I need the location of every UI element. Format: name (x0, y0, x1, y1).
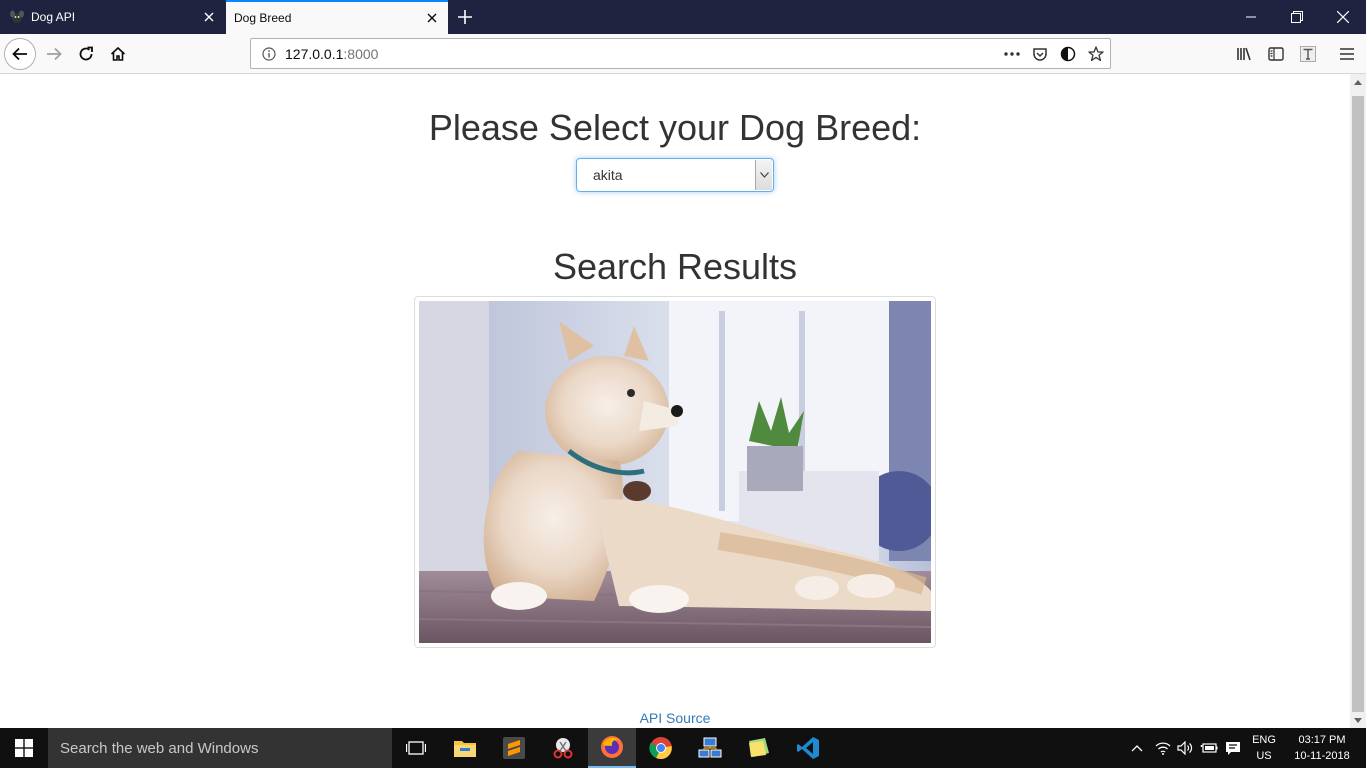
reload-icon[interactable] (70, 38, 102, 70)
sticky-notes-icon[interactable] (735, 728, 783, 768)
close-icon[interactable] (199, 7, 219, 27)
tab-strip: Dog API Dog Breed (0, 0, 1366, 34)
restore-icon[interactable] (1274, 0, 1320, 34)
taskbar-search-placeholder: Search the web and Windows (60, 739, 259, 757)
page-viewport: Please Select your Dog Breed: akita Sear… (0, 74, 1350, 728)
close-icon[interactable] (1320, 0, 1366, 34)
language-indicator[interactable]: ENG US (1248, 728, 1280, 768)
dog-photo (419, 301, 931, 643)
volume-icon[interactable] (1174, 728, 1196, 768)
url-text[interactable]: 127.0.0.1:8000 (285, 46, 998, 62)
chevron-down-icon[interactable] (755, 160, 772, 190)
scrollbar-thumb[interactable] (1352, 96, 1364, 712)
taskbar-clock[interactable]: 03:17 PM 10-11-2018 (1286, 728, 1358, 768)
chrome-icon[interactable] (637, 728, 685, 768)
library-icon[interactable] (1228, 38, 1260, 70)
lang-code: ENG (1252, 734, 1276, 746)
back-arrow-icon[interactable] (4, 38, 36, 70)
api-source-link[interactable]: API Source (0, 710, 1350, 726)
tab-dog-breed[interactable]: Dog Breed (226, 0, 448, 34)
sidebar-icon[interactable] (1260, 38, 1292, 70)
star-icon[interactable] (1082, 40, 1110, 68)
snipping-tool-icon[interactable] (539, 728, 587, 768)
results-heading: Search Results (552, 246, 798, 287)
chevron-up-icon[interactable] (1126, 728, 1148, 768)
url-host: 127.0.0.1 (285, 45, 344, 62)
navigation-toolbar: 127.0.0.1:8000 (0, 34, 1366, 74)
vscode-icon[interactable] (784, 728, 832, 768)
close-icon[interactable] (422, 8, 442, 28)
hamburger-menu-icon[interactable] (1331, 38, 1363, 70)
result-thumbnail (414, 296, 936, 648)
minimize-icon[interactable] (1228, 0, 1274, 34)
clock-time: 03:17 PM (1298, 734, 1346, 746)
address-bar[interactable]: 127.0.0.1:8000 (250, 38, 1111, 69)
plus-icon[interactable] (452, 4, 478, 30)
home-icon[interactable] (102, 38, 134, 70)
taskbar-search[interactable]: Search the web and Windows (48, 728, 392, 768)
clock-date: 10-11-2018 (1294, 750, 1350, 762)
url-port: :8000 (343, 45, 379, 62)
text-icon[interactable] (1292, 38, 1324, 70)
firefox-icon[interactable] (588, 728, 636, 768)
more-icon[interactable] (998, 40, 1026, 68)
chevron-down-icon[interactable] (1350, 712, 1366, 728)
file-explorer-icon[interactable] (441, 728, 489, 768)
chevron-up-icon[interactable] (1350, 74, 1366, 90)
info-icon[interactable] (259, 46, 279, 61)
notification-icon[interactable] (1222, 728, 1244, 768)
lang-region: US (1256, 750, 1272, 762)
task-view-icon[interactable] (392, 728, 440, 768)
wifi-icon[interactable] (1152, 728, 1174, 768)
tab-dog-api[interactable]: Dog API (0, 0, 225, 34)
breed-select[interactable]: akita (576, 158, 774, 192)
tracking-icon[interactable] (1054, 40, 1082, 68)
windows-logo-icon[interactable] (0, 728, 48, 768)
breed-select-value: akita (593, 167, 623, 183)
tab-title: Dog Breed (234, 11, 292, 25)
network-icon[interactable] (686, 728, 734, 768)
sublime-text-icon[interactable] (490, 728, 538, 768)
pocket-icon[interactable] (1026, 40, 1054, 68)
dog-favicon (9, 9, 25, 25)
windows-taskbar: Search the web and Windows ENG US 03:17 … (0, 728, 1366, 768)
tab-title: Dog API (31, 10, 76, 24)
battery-icon[interactable] (1198, 728, 1220, 768)
forward-arrow-icon[interactable] (38, 38, 70, 70)
page-scrollbar[interactable] (1350, 74, 1366, 728)
page-title: Please Select your Dog Breed: (428, 107, 922, 148)
